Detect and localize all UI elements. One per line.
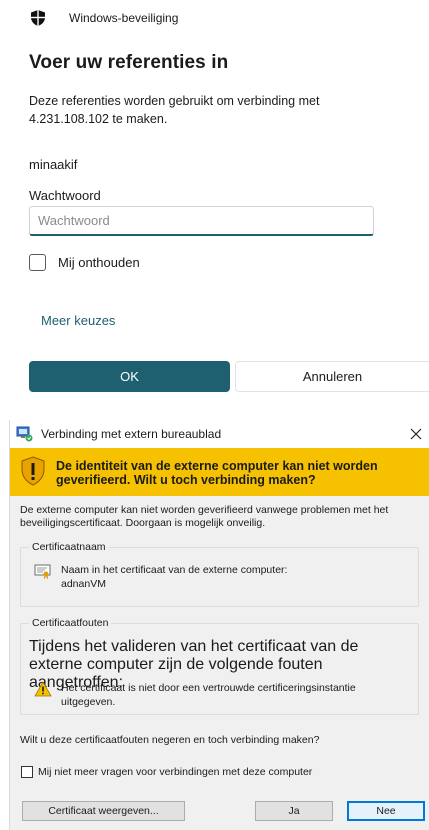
page-title: Voer uw referenties in bbox=[29, 52, 229, 73]
cancel-button[interactable]: Annuleren bbox=[235, 361, 429, 392]
warning-shield-icon bbox=[20, 456, 46, 486]
remote-desktop-dialog: Verbinding met extern bureaublad De iden… bbox=[9, 420, 429, 830]
remember-me-label: Mij onthouden bbox=[58, 255, 140, 270]
window-title: Verbinding met extern bureaublad bbox=[41, 427, 222, 441]
shield-icon bbox=[29, 9, 47, 27]
warning-banner-text: De identiteit van de externe computer ka… bbox=[56, 459, 378, 487]
title-bar: Verbinding met extern bureaublad bbox=[10, 420, 429, 448]
certificate-errors-group: Certificaatfouten Tijdens het valideren … bbox=[20, 617, 419, 715]
certificate-error-text: Het certificaat is niet door een vertrou… bbox=[61, 682, 356, 708]
no-button[interactable]: Nee bbox=[347, 801, 425, 821]
password-field[interactable] bbox=[29, 206, 374, 236]
certificate-name-text: Naam in het certificaat van de externe c… bbox=[61, 563, 287, 591]
dialog-header: Windows-beveiliging bbox=[29, 8, 178, 28]
more-choices-link[interactable]: Meer keuzes bbox=[41, 313, 115, 328]
warning-banner: De identiteit van de externe computer ka… bbox=[10, 448, 429, 496]
question-text: Wilt u deze certificaatfouten negeren en… bbox=[20, 734, 320, 746]
yes-button[interactable]: Ja bbox=[255, 801, 333, 821]
view-certificate-button[interactable]: Certificaat weergeven... bbox=[22, 801, 185, 821]
username-label: minaakif bbox=[29, 157, 78, 172]
dialog-description: Deze referenties worden gebruikt om verb… bbox=[29, 94, 320, 126]
group-title: Certificaatfouten bbox=[29, 617, 112, 629]
windows-security-dialog: Windows-beveiliging Voer uw referenties … bbox=[0, 0, 429, 410]
intro-text: De externe computer kan niet worden geve… bbox=[20, 504, 389, 529]
dont-ask-again-checkbox[interactable]: Mij niet meer vragen voor verbindingen m… bbox=[21, 766, 312, 778]
ok-button[interactable]: OK bbox=[29, 361, 230, 392]
password-label: Wachtwoord bbox=[29, 188, 101, 203]
close-icon bbox=[410, 428, 422, 440]
certificate-icon bbox=[34, 563, 52, 579]
group-title: Certificaatnaam bbox=[29, 541, 109, 553]
certificate-name-group: Certificaatnaam Naam in het certificaat … bbox=[20, 541, 419, 607]
dont-ask-again-label: Mij niet meer vragen voor verbindingen m… bbox=[38, 766, 313, 778]
checkbox-box[interactable] bbox=[21, 766, 33, 778]
dialog-app-title: Windows-beveiliging bbox=[69, 11, 179, 25]
certificate-name-row: Naam in het certificaat van de externe c… bbox=[34, 563, 287, 591]
screen: Windows-beveiliging Voer uw referenties … bbox=[0, 0, 429, 830]
remote-desktop-icon bbox=[16, 426, 34, 442]
certificate-name-label: Naam in het certificaat van de externe c… bbox=[61, 564, 288, 576]
close-button[interactable] bbox=[406, 424, 426, 444]
remember-me-checkbox[interactable]: Mij onthouden bbox=[29, 254, 140, 271]
checkbox-box[interactable] bbox=[29, 254, 46, 271]
certificate-error-row: Het certificaat is niet door een vertrou… bbox=[34, 681, 401, 709]
warning-icon bbox=[34, 681, 52, 697]
certificate-name-value: adnanVM bbox=[61, 578, 106, 590]
